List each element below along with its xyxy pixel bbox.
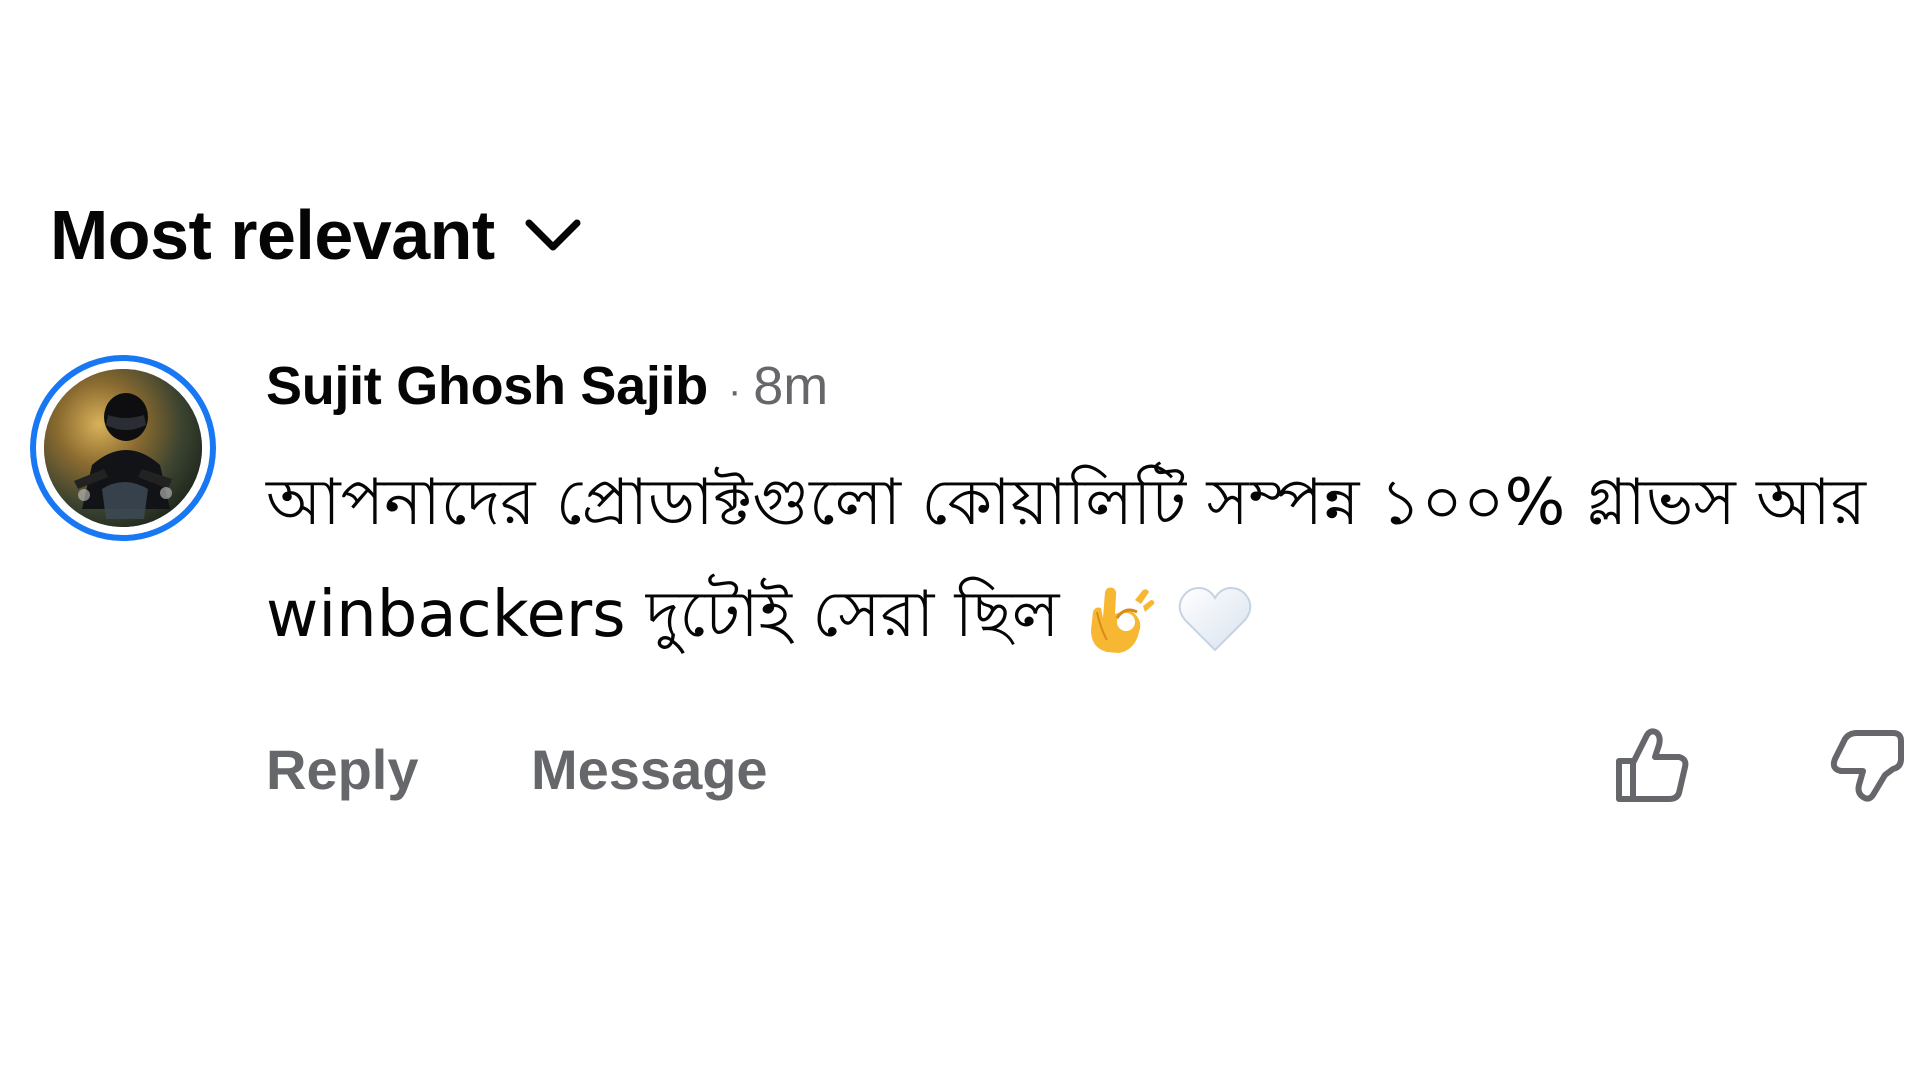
comment-actions: Reply Message: [266, 723, 1904, 823]
meta-separator: ·: [727, 369, 742, 413]
comment-timestamp[interactable]: 8m: [753, 355, 828, 417]
avatar-image: [44, 369, 202, 527]
ok-hand-emoji-icon: [1077, 578, 1157, 658]
comment-meta: Sujit Ghosh Sajib · 8m: [266, 355, 1886, 435]
message-button[interactable]: Message: [531, 737, 768, 802]
chevron-down-icon: [523, 215, 583, 255]
reply-button[interactable]: Reply: [266, 737, 419, 802]
avatar[interactable]: [30, 355, 216, 541]
comment-text: আপনাদের প্রোডাক্টগুলো কোয়ালিটি সম্পন্ন …: [266, 447, 1866, 671]
comment-body: Sujit Ghosh Sajib · 8m আপনাদের প্রোডাক্ট…: [266, 355, 1886, 671]
white-heart-emoji-icon: [1175, 578, 1255, 658]
author-name[interactable]: Sujit Ghosh Sajib: [266, 355, 708, 417]
thumbs-up-icon[interactable]: [1609, 723, 1693, 807]
comment-text-content: আপনাদের প্রোডাক্টগুলো কোয়ালিটি সম্পন্ন …: [266, 466, 1866, 652]
sort-label: Most relevant: [50, 196, 495, 274]
thumbs-down-icon[interactable]: [1823, 723, 1907, 807]
sort-dropdown[interactable]: Most relevant: [50, 200, 583, 270]
